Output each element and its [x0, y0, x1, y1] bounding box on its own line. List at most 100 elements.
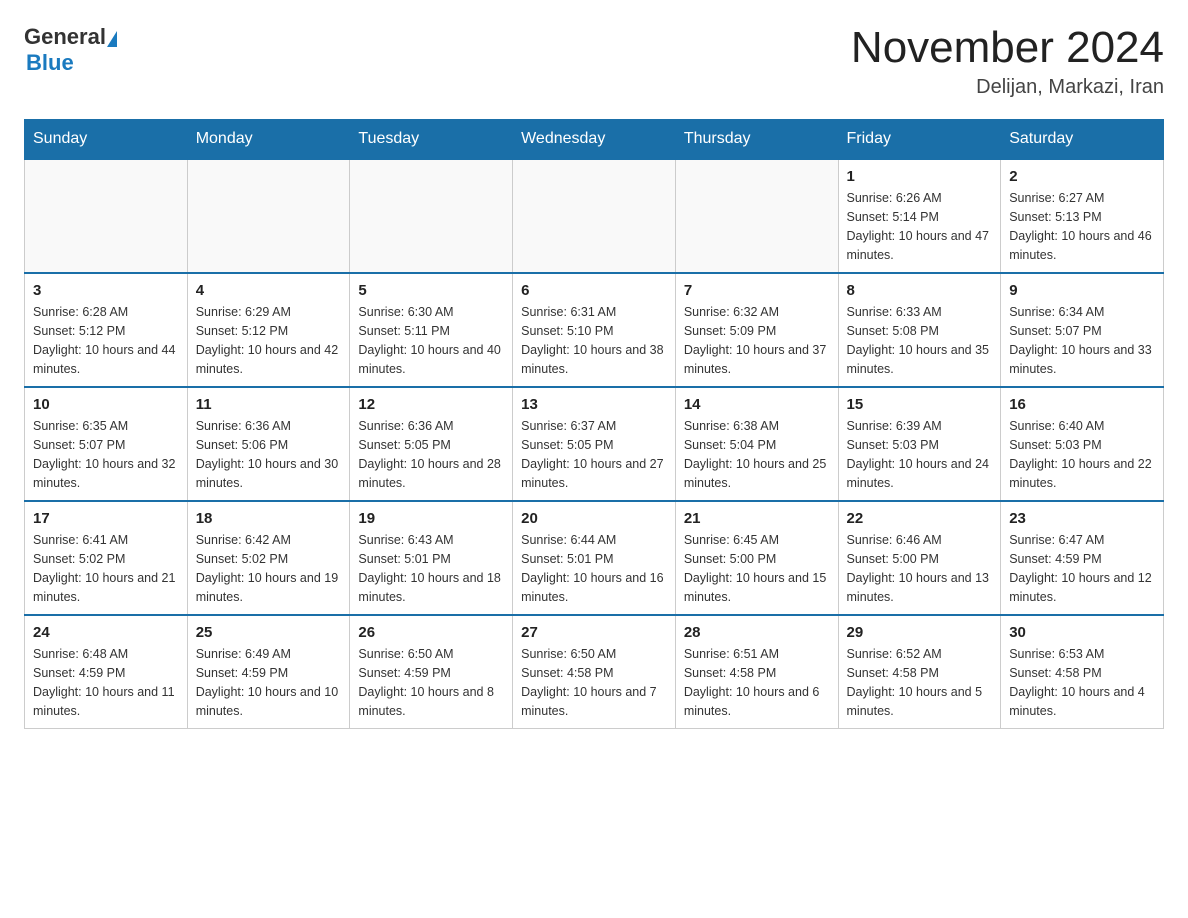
day-info: Sunrise: 6:28 AMSunset: 5:12 PMDaylight:…	[33, 303, 179, 378]
calendar-cell: 20 Sunrise: 6:44 AMSunset: 5:01 PMDayligh…	[513, 501, 676, 615]
day-number: 21	[684, 510, 830, 527]
calendar-cell: 9 Sunrise: 6:34 AMSunset: 5:07 PMDaylight…	[1001, 273, 1164, 387]
day-info: Sunrise: 6:45 AMSunset: 5:00 PMDaylight:…	[684, 531, 830, 606]
week-row-5: 24 Sunrise: 6:48 AMSunset: 4:59 PMDayligh…	[25, 615, 1164, 729]
weekday-header-tuesday: Tuesday	[350, 120, 513, 160]
day-info: Sunrise: 6:33 AMSunset: 5:08 PMDaylight:…	[847, 303, 993, 378]
calendar-cell: 29Sunrise: 6:52 AMSunset: 4:58 PMDayligh…	[838, 615, 1001, 729]
weekday-header-thursday: Thursday	[675, 120, 838, 160]
weekday-header-monday: Monday	[187, 120, 350, 160]
calendar-cell: 15Sunrise: 6:39 AMSunset: 5:03 PMDayligh…	[838, 387, 1001, 501]
day-number: 18	[196, 510, 342, 527]
logo: General Blue	[24, 24, 118, 76]
day-number: 3	[33, 282, 179, 299]
day-info: Sunrise: 6:36 AMSunset: 5:06 PMDaylight:…	[196, 417, 342, 492]
day-info: Sunrise: 6:46 AMSunset: 5:00 PMDaylight:…	[847, 531, 993, 606]
day-number: 26	[358, 624, 504, 641]
day-info: Sunrise: 6:26 AMSunset: 5:14 PMDaylight:…	[847, 189, 993, 264]
calendar-cell: 26 Sunrise: 6:50 AMSunset: 4:59 PMDayligh…	[350, 615, 513, 729]
day-number: 10	[33, 396, 179, 413]
calendar-cell: 22 Sunrise: 6:46 AMSunset: 5:00 PMDayligh…	[838, 501, 1001, 615]
calendar-cell: 16 Sunrise: 6:40 AMSunset: 5:03 PMDayligh…	[1001, 387, 1164, 501]
day-info: Sunrise: 6:36 AMSunset: 5:05 PMDaylight:…	[358, 417, 504, 492]
calendar-cell: 23Sunrise: 6:47 AMSunset: 4:59 PMDayligh…	[1001, 501, 1164, 615]
location-subtitle: Delijan, Markazi, Iran	[851, 76, 1164, 99]
day-info: Sunrise: 6:49 AMSunset: 4:59 PMDaylight:…	[196, 645, 342, 720]
day-number: 5	[358, 282, 504, 299]
day-info: Sunrise: 6:44 AMSunset: 5:01 PMDaylight:…	[521, 531, 667, 606]
day-number: 8	[847, 282, 993, 299]
day-number: 20	[521, 510, 667, 527]
calendar-cell: 2 Sunrise: 6:27 AMSunset: 5:13 PMDaylight…	[1001, 159, 1164, 273]
weekday-header-saturday: Saturday	[1001, 120, 1164, 160]
day-number: 1	[847, 168, 993, 185]
month-title: November 2024	[851, 24, 1164, 72]
day-info: Sunrise: 6:38 AMSunset: 5:04 PMDaylight:…	[684, 417, 830, 492]
day-number: 23	[1009, 510, 1155, 527]
calendar-cell: 7Sunrise: 6:32 AMSunset: 5:09 PMDaylight…	[675, 273, 838, 387]
day-number: 27	[521, 624, 667, 641]
weekday-header-sunday: Sunday	[25, 120, 188, 160]
day-info: Sunrise: 6:52 AMSunset: 4:58 PMDaylight:…	[847, 645, 993, 720]
day-info: Sunrise: 6:40 AMSunset: 5:03 PMDaylight:…	[1009, 417, 1155, 492]
calendar-table: SundayMondayTuesdayWednesdayThursdayFrid…	[24, 119, 1164, 729]
calendar-cell: 3 Sunrise: 6:28 AMSunset: 5:12 PMDaylight…	[25, 273, 188, 387]
day-info: Sunrise: 6:27 AMSunset: 5:13 PMDaylight:…	[1009, 189, 1155, 264]
day-number: 4	[196, 282, 342, 299]
title-block: November 2024 Delijan, Markazi, Iran	[851, 24, 1164, 99]
weekday-header-row: SundayMondayTuesdayWednesdayThursdayFrid…	[25, 120, 1164, 160]
week-row-1: 1 Sunrise: 6:26 AMSunset: 5:14 PMDaylight…	[25, 159, 1164, 273]
calendar-cell: 19 Sunrise: 6:43 AMSunset: 5:01 PMDayligh…	[350, 501, 513, 615]
calendar-cell: 11 Sunrise: 6:36 AMSunset: 5:06 PMDayligh…	[187, 387, 350, 501]
day-number: 7	[684, 282, 830, 299]
day-number: 12	[358, 396, 504, 413]
day-number: 9	[1009, 282, 1155, 299]
day-number: 30	[1009, 624, 1155, 641]
logo-blue-text: Blue	[26, 50, 74, 75]
day-info: Sunrise: 6:50 AMSunset: 4:59 PMDaylight:…	[358, 645, 504, 720]
day-info: Sunrise: 6:29 AMSunset: 5:12 PMDaylight:…	[196, 303, 342, 378]
day-info: Sunrise: 6:37 AMSunset: 5:05 PMDaylight:…	[521, 417, 667, 492]
calendar-cell: 18Sunrise: 6:42 AMSunset: 5:02 PMDayligh…	[187, 501, 350, 615]
calendar-cell: 1 Sunrise: 6:26 AMSunset: 5:14 PMDaylight…	[838, 159, 1001, 273]
day-info: Sunrise: 6:39 AMSunset: 5:03 PMDaylight:…	[847, 417, 993, 492]
day-info: Sunrise: 6:31 AMSunset: 5:10 PMDaylight:…	[521, 303, 667, 378]
page-header: General Blue November 2024 Delijan, Mark…	[24, 24, 1164, 99]
calendar-cell: 24 Sunrise: 6:48 AMSunset: 4:59 PMDayligh…	[25, 615, 188, 729]
day-info: Sunrise: 6:51 AMSunset: 4:58 PMDaylight:…	[684, 645, 830, 720]
day-number: 16	[1009, 396, 1155, 413]
weekday-header-friday: Friday	[838, 120, 1001, 160]
calendar-cell: 30Sunrise: 6:53 AMSunset: 4:58 PMDayligh…	[1001, 615, 1164, 729]
day-number: 2	[1009, 168, 1155, 185]
logo-triangle-icon	[107, 31, 117, 47]
day-info: Sunrise: 6:43 AMSunset: 5:01 PMDaylight:…	[358, 531, 504, 606]
day-number: 19	[358, 510, 504, 527]
day-info: Sunrise: 6:48 AMSunset: 4:59 PMDaylight:…	[33, 645, 179, 720]
calendar-cell: 17Sunrise: 6:41 AMSunset: 5:02 PMDayligh…	[25, 501, 188, 615]
day-number: 24	[33, 624, 179, 641]
weekday-header-wednesday: Wednesday	[513, 120, 676, 160]
day-info: Sunrise: 6:34 AMSunset: 5:07 PMDaylight:…	[1009, 303, 1155, 378]
calendar-cell: 13 Sunrise: 6:37 AMSunset: 5:05 PMDayligh…	[513, 387, 676, 501]
day-number: 6	[521, 282, 667, 299]
calendar-cell: 8 Sunrise: 6:33 AMSunset: 5:08 PMDaylight…	[838, 273, 1001, 387]
calendar-cell	[350, 159, 513, 273]
calendar-cell	[25, 159, 188, 273]
day-number: 17	[33, 510, 179, 527]
calendar-cell: 28Sunrise: 6:51 AMSunset: 4:58 PMDayligh…	[675, 615, 838, 729]
calendar-cell: 14Sunrise: 6:38 AMSunset: 5:04 PMDayligh…	[675, 387, 838, 501]
calendar-cell: 10 Sunrise: 6:35 AMSunset: 5:07 PMDayligh…	[25, 387, 188, 501]
day-number: 22	[847, 510, 993, 527]
day-number: 11	[196, 396, 342, 413]
week-row-4: 17Sunrise: 6:41 AMSunset: 5:02 PMDayligh…	[25, 501, 1164, 615]
day-number: 25	[196, 624, 342, 641]
logo-general-text: General	[24, 24, 106, 50]
week-row-3: 10 Sunrise: 6:35 AMSunset: 5:07 PMDayligh…	[25, 387, 1164, 501]
calendar-cell	[513, 159, 676, 273]
calendar-cell: 5Sunrise: 6:30 AMSunset: 5:11 PMDaylight…	[350, 273, 513, 387]
day-info: Sunrise: 6:35 AMSunset: 5:07 PMDaylight:…	[33, 417, 179, 492]
calendar-cell: 25 Sunrise: 6:49 AMSunset: 4:59 PMDayligh…	[187, 615, 350, 729]
day-number: 13	[521, 396, 667, 413]
calendar-cell: 4 Sunrise: 6:29 AMSunset: 5:12 PMDaylight…	[187, 273, 350, 387]
calendar-cell	[675, 159, 838, 273]
